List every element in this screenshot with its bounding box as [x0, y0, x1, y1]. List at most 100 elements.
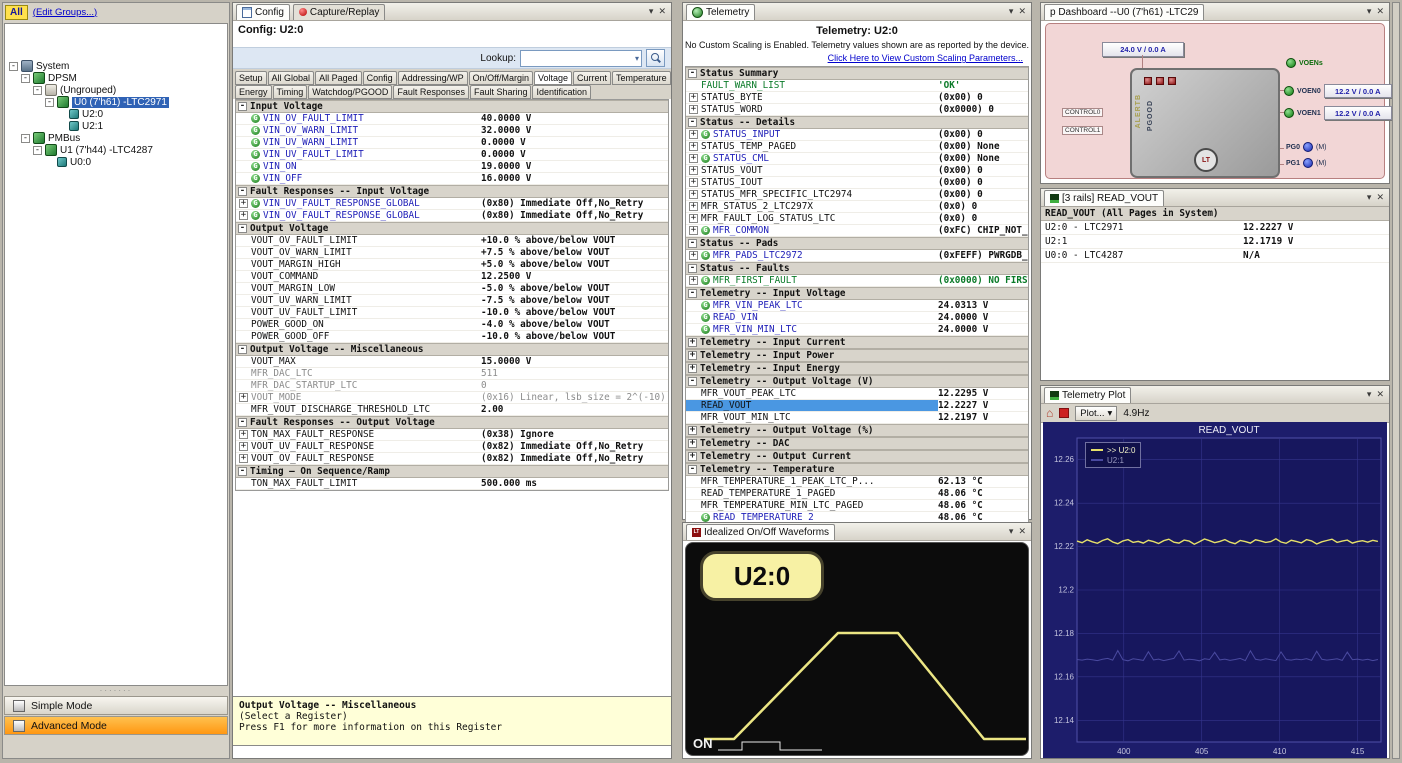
row-expander-icon[interactable]: + — [689, 166, 698, 175]
section-header-row[interactable]: -Telemetry -- Output Voltage (V) — [686, 375, 1028, 388]
register-name-cell[interactable]: GVIN_UV_WARN_LIMIT — [236, 137, 481, 148]
section-expander-icon[interactable]: - — [238, 345, 247, 354]
custom-scaling-link[interactable]: Click Here to View Custom Scaling Parame… — [683, 50, 1031, 66]
edit-groups-link[interactable]: (Edit Groups...) — [33, 7, 97, 18]
ribbon-tab-identification[interactable]: Identification — [532, 85, 591, 99]
ribbon-tab-fault-responses[interactable]: Fault Responses — [393, 85, 469, 99]
register-name-cell[interactable]: +STATUS_TEMP_PAGED — [686, 141, 938, 152]
simple-mode-button[interactable]: Simple Mode — [4, 696, 228, 715]
collapse-icon[interactable]: ▾ — [1367, 6, 1372, 17]
ribbon-tab-current[interactable]: Current — [573, 71, 611, 85]
register-name-cell[interactable]: +VOUT_MODE — [236, 392, 481, 403]
ribbon-tab-temperature[interactable]: Temperature — [612, 71, 671, 85]
register-row[interactable]: +VOUT_OV_FAULT_RESPONSE(0x82) Immediate … — [236, 453, 668, 465]
section-expander-icon[interactable]: + — [688, 426, 697, 435]
row-expander-icon[interactable]: + — [689, 130, 698, 139]
register-row[interactable]: VOUT_OV_FAULT_LIMIT+10.0 % above/below V… — [236, 235, 668, 247]
register-name-cell[interactable]: +STATUS_VOUT — [686, 165, 938, 176]
legend-entry[interactable]: U2:1 — [1091, 455, 1135, 465]
right-scroll-strip[interactable] — [1392, 2, 1400, 759]
register-row[interactable]: POWER_GOOD_ON-4.0 % above/below VOUT — [236, 319, 668, 331]
ribbon-tab-addressing-wp[interactable]: Addressing/WP — [398, 71, 468, 85]
register-name-cell[interactable]: READ_VOUT — [686, 400, 938, 411]
register-name-cell[interactable]: POWER_GOOD_OFF — [236, 331, 481, 342]
plot-menu-button[interactable]: Plot... ▾ — [1075, 406, 1117, 421]
register-name-cell[interactable]: VOUT_MAX — [236, 356, 481, 367]
register-name-cell[interactable]: POWER_GOOD_ON — [236, 319, 481, 330]
section-expander-icon[interactable]: + — [688, 439, 697, 448]
section-expander-icon[interactable]: - — [238, 418, 247, 427]
register-row[interactable]: MFR_VOUT_DISCHARGE_THRESHOLD_LTC2.00 — [236, 404, 668, 416]
row-expander-icon[interactable]: + — [689, 154, 698, 163]
register-row[interactable]: POWER_GOOD_OFF-10.0 % above/below VOUT — [236, 331, 668, 343]
section-expander-icon[interactable]: - — [688, 377, 697, 386]
register-row[interactable]: VOUT_MARGIN_LOW-5.0 % above/below VOUT — [236, 283, 668, 295]
register-row[interactable]: +GMFR_PADS_LTC2972(0xFEFF) PWRGDB_DRIVE,… — [686, 250, 1028, 262]
register-row[interactable]: +STATUS_MFR_SPECIFIC_LTC2974(0x00) 0 — [686, 189, 1028, 201]
tree-item[interactable]: U2:0 — [5, 108, 227, 120]
register-row[interactable]: +TON_MAX_FAULT_RESPONSE(0x38) Ignore — [236, 429, 668, 441]
stop-icon[interactable] — [1059, 408, 1069, 418]
tree-splitter-handle[interactable]: ······· — [3, 688, 229, 696]
collapse-icon[interactable]: ▾ — [1009, 526, 1014, 537]
ribbon-tab-all-global[interactable]: All Global — [268, 71, 315, 85]
row-expander-icon[interactable]: + — [689, 276, 698, 285]
register-name-cell[interactable]: +GVIN_UV_FAULT_RESPONSE_GLOBAL — [236, 198, 481, 209]
legend-entry[interactable]: >> U2:0 — [1091, 445, 1135, 455]
section-header-row[interactable]: -Fault Responses -- Input Voltage — [236, 185, 668, 198]
ribbon-tab-setup[interactable]: Setup — [235, 71, 267, 85]
section-header-row[interactable]: -Output Voltage -- Miscellaneous — [236, 343, 668, 356]
section-header-row[interactable]: +Telemetry -- Input Current — [686, 336, 1028, 349]
row-expander-icon[interactable]: + — [239, 211, 248, 220]
register-name-cell[interactable]: +STATUS_MFR_SPECIFIC_LTC2974 — [686, 189, 938, 200]
register-row[interactable]: READ_TEMPERATURE_1_PAGED48.06 °C — [686, 488, 1028, 500]
section-header-row[interactable]: +Telemetry -- Output Voltage (%) — [686, 424, 1028, 437]
register-row[interactable]: GMFR_VIN_PEAK_LTC24.0313 V — [686, 300, 1028, 312]
register-name-cell[interactable]: GREAD_VIN — [686, 312, 938, 323]
register-row[interactable]: MFR_TEMPERATURE_1_PEAK_LTC_P...62.13 °C — [686, 476, 1028, 488]
register-row[interactable]: VOUT_UV_WARN_LIMIT-7.5 % above/below VOU… — [236, 295, 668, 307]
register-name-cell[interactable]: FAULT_WARN_LIST — [686, 80, 938, 91]
ribbon-tab-watchdog-pgood[interactable]: Watchdog/PGOOD — [308, 85, 392, 99]
register-row[interactable]: +GVIN_UV_FAULT_RESPONSE_GLOBAL(0x80) Imm… — [236, 198, 668, 210]
register-name-cell[interactable]: TON_MAX_FAULT_LIMIT — [236, 478, 481, 489]
register-row[interactable]: MFR_DAC_STARTUP_LTC0 — [236, 380, 668, 392]
section-expander-icon[interactable]: - — [688, 239, 697, 248]
register-row[interactable]: +STATUS_VOUT(0x00) 0 — [686, 165, 1028, 177]
tree-expander-icon[interactable]: - — [21, 134, 30, 143]
register-row[interactable]: VOUT_UV_FAULT_LIMIT-10.0 % above/below V… — [236, 307, 668, 319]
register-name-cell[interactable]: +GMFR_PADS_LTC2972 — [686, 250, 938, 261]
row-expander-icon[interactable]: + — [689, 202, 698, 211]
register-name-cell[interactable]: VOUT_MARGIN_LOW — [236, 283, 481, 294]
register-name-cell[interactable]: GVIN_OFF — [236, 173, 481, 184]
section-header-row[interactable]: -Telemetry -- Temperature — [686, 463, 1028, 476]
ribbon-tab-energy[interactable]: Energy — [235, 85, 272, 99]
row-expander-icon[interactable]: + — [689, 226, 698, 235]
register-name-cell[interactable]: +STATUS_IOUT — [686, 177, 938, 188]
register-row[interactable]: MFR_TEMPERATURE_MIN_LTC_PAGED48.06 °C — [686, 500, 1028, 512]
register-name-cell[interactable]: +GSTATUS_CML — [686, 153, 938, 164]
register-row[interactable]: +GVIN_OV_FAULT_RESPONSE_GLOBAL(0x80) Imm… — [236, 210, 668, 222]
register-name-cell[interactable]: +GMFR_FIRST_FAULT — [686, 275, 938, 286]
voen1-status-dot[interactable] — [1284, 108, 1294, 118]
ribbon-tab-fault-sharing[interactable]: Fault Sharing — [470, 85, 532, 99]
telemetry-tab[interactable]: Telemetry — [686, 4, 755, 20]
register-name-cell[interactable]: +MFR_STATUS_2_LTC297X — [686, 201, 938, 212]
register-row[interactable]: READ_VOUT12.2227 V — [686, 400, 1028, 412]
tree-item[interactable]: -(Ungrouped) — [5, 84, 227, 96]
ribbon-tab-all-paged[interactable]: All Paged — [315, 71, 362, 85]
all-button[interactable]: All — [5, 5, 28, 20]
register-row[interactable]: GVIN_OV_WARN_LIMIT32.0000 V — [236, 125, 668, 137]
register-row[interactable]: +GSTATUS_CML(0x00) None — [686, 153, 1028, 165]
section-header-row[interactable]: -Telemetry -- Input Voltage — [686, 287, 1028, 300]
register-row[interactable]: +VOUT_UV_FAULT_RESPONSE(0x82) Immediate … — [236, 441, 668, 453]
section-header-row[interactable]: -Output Voltage — [236, 222, 668, 235]
register-row[interactable]: MFR_VOUT_MIN_LTC12.2197 V — [686, 412, 1028, 424]
section-header-row[interactable]: -Input Voltage — [236, 100, 668, 113]
row-expander-icon[interactable]: + — [689, 251, 698, 260]
readvout-row[interactable]: U2:0 - LTC297112.2227 V — [1041, 221, 1389, 235]
tree-item[interactable]: -U0 (7'h61) -LTC2971 — [5, 96, 227, 108]
voen0-status-dot[interactable] — [1284, 86, 1294, 96]
section-expander-icon[interactable]: - — [688, 289, 697, 298]
config-tab[interactable]: Config — [236, 4, 290, 20]
